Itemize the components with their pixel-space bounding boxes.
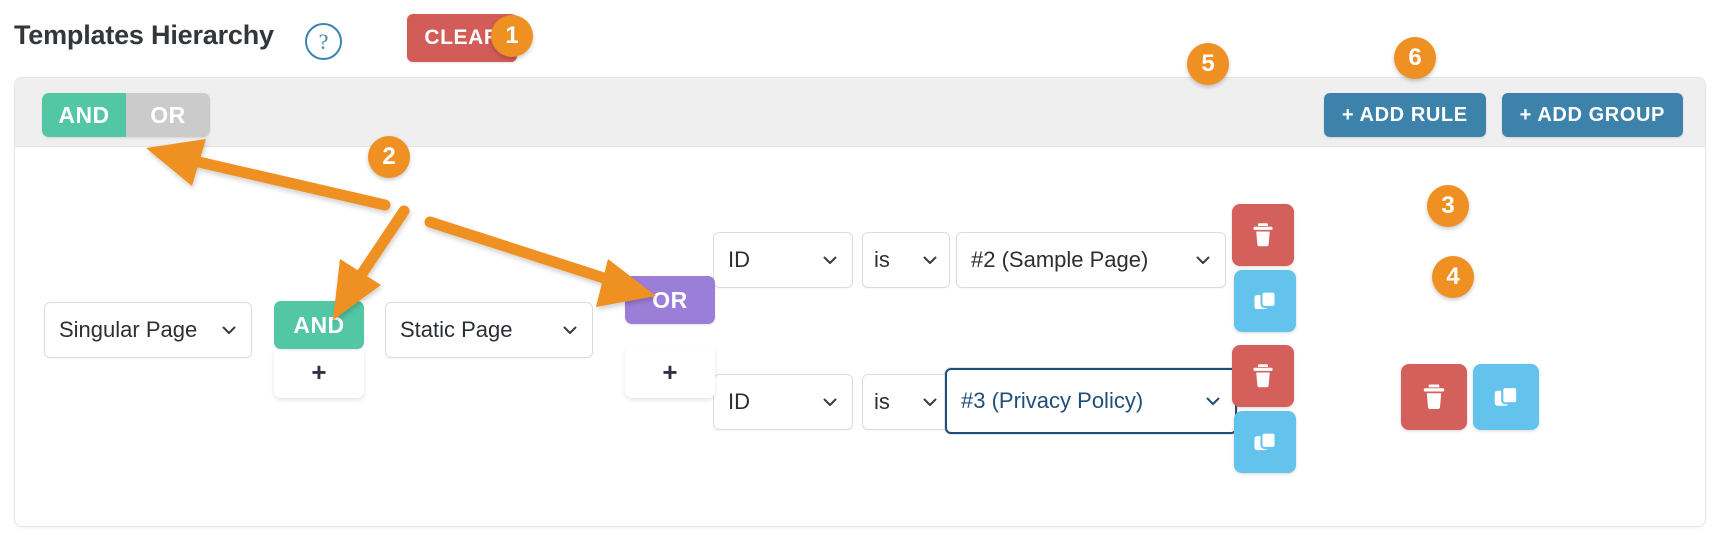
group-conjunction-and[interactable]: AND (42, 93, 126, 137)
rule-0-operator-select[interactable]: is (862, 232, 950, 288)
add-condition-button-middle[interactable]: + (625, 346, 715, 398)
query-builder-panel: AND OR + ADD RULE + ADD GROUP Singular P… (14, 77, 1706, 527)
rule-1-operator-label: is (874, 389, 890, 414)
chevron-down-icon (922, 394, 938, 410)
field-select-static-page[interactable]: Static Page (385, 302, 593, 358)
question-circle-icon[interactable]: ? (305, 23, 342, 60)
group-copy-button[interactable] (1473, 364, 1539, 430)
copy-icon (1251, 428, 1279, 456)
chevron-down-icon (1195, 252, 1211, 268)
trash-icon (1248, 361, 1278, 391)
chevron-down-icon (562, 322, 578, 338)
add-condition-button-left[interactable]: + (274, 346, 364, 398)
conjunction-chip-and[interactable]: AND (274, 301, 364, 349)
rule-0-value-select[interactable]: #2 (Sample Page) (956, 232, 1226, 288)
panel-header-actions: + ADD RULE + ADD GROUP (1323, 93, 1683, 137)
rule-1-field-select[interactable]: ID (713, 374, 853, 430)
chevron-down-icon (822, 252, 838, 268)
clear-button[interactable]: CLEAR (407, 14, 517, 62)
group-delete-button[interactable] (1401, 364, 1467, 430)
chevron-down-icon (922, 252, 938, 268)
rule-0-delete-button[interactable] (1232, 204, 1294, 266)
chevron-down-icon (1205, 393, 1221, 409)
page-title: Templates Hierarchy (14, 20, 274, 50)
rule-1-operator-select[interactable]: is (862, 374, 950, 430)
trash-icon (1418, 381, 1450, 413)
copy-icon (1491, 382, 1521, 412)
field-select-singular-page[interactable]: Singular Page (44, 302, 252, 358)
rule-1-copy-button[interactable] (1234, 411, 1296, 473)
chevron-down-icon (221, 322, 237, 338)
conjunction-chip-or[interactable]: OR (625, 276, 715, 324)
rule-1-value-select[interactable]: #3 (Privacy Policy) (945, 368, 1237, 434)
group-conjunction-toggle[interactable]: AND OR (42, 93, 210, 137)
copy-icon (1251, 287, 1279, 315)
rule-1-value-label: #3 (Privacy Policy) (961, 388, 1144, 413)
group-conjunction-or[interactable]: OR (126, 93, 210, 137)
rule-0-field-label: ID (728, 247, 750, 272)
panel-header: AND OR + ADD RULE + ADD GROUP (15, 78, 1705, 147)
add-rule-button[interactable]: + ADD RULE (1323, 93, 1486, 137)
chevron-down-icon (822, 394, 838, 410)
rule-0-operator-label: is (874, 247, 890, 272)
field-select-singular-page-label: Singular Page (59, 317, 198, 342)
trash-icon (1248, 220, 1278, 250)
rule-1-delete-button[interactable] (1232, 345, 1294, 407)
rule-1-field-label: ID (728, 389, 750, 414)
rule-0-value-label: #2 (Sample Page) (971, 247, 1149, 272)
add-group-button[interactable]: + ADD GROUP (1501, 93, 1683, 137)
rule-0-field-select[interactable]: ID (713, 232, 853, 288)
rule-0-copy-button[interactable] (1234, 270, 1296, 332)
panel-body: Singular Page AND + Static Page OR + ID (15, 146, 1705, 526)
field-select-static-page-label: Static Page (400, 317, 513, 342)
page-header: Templates Hierarchy ? CLEAR (0, 0, 1720, 74)
